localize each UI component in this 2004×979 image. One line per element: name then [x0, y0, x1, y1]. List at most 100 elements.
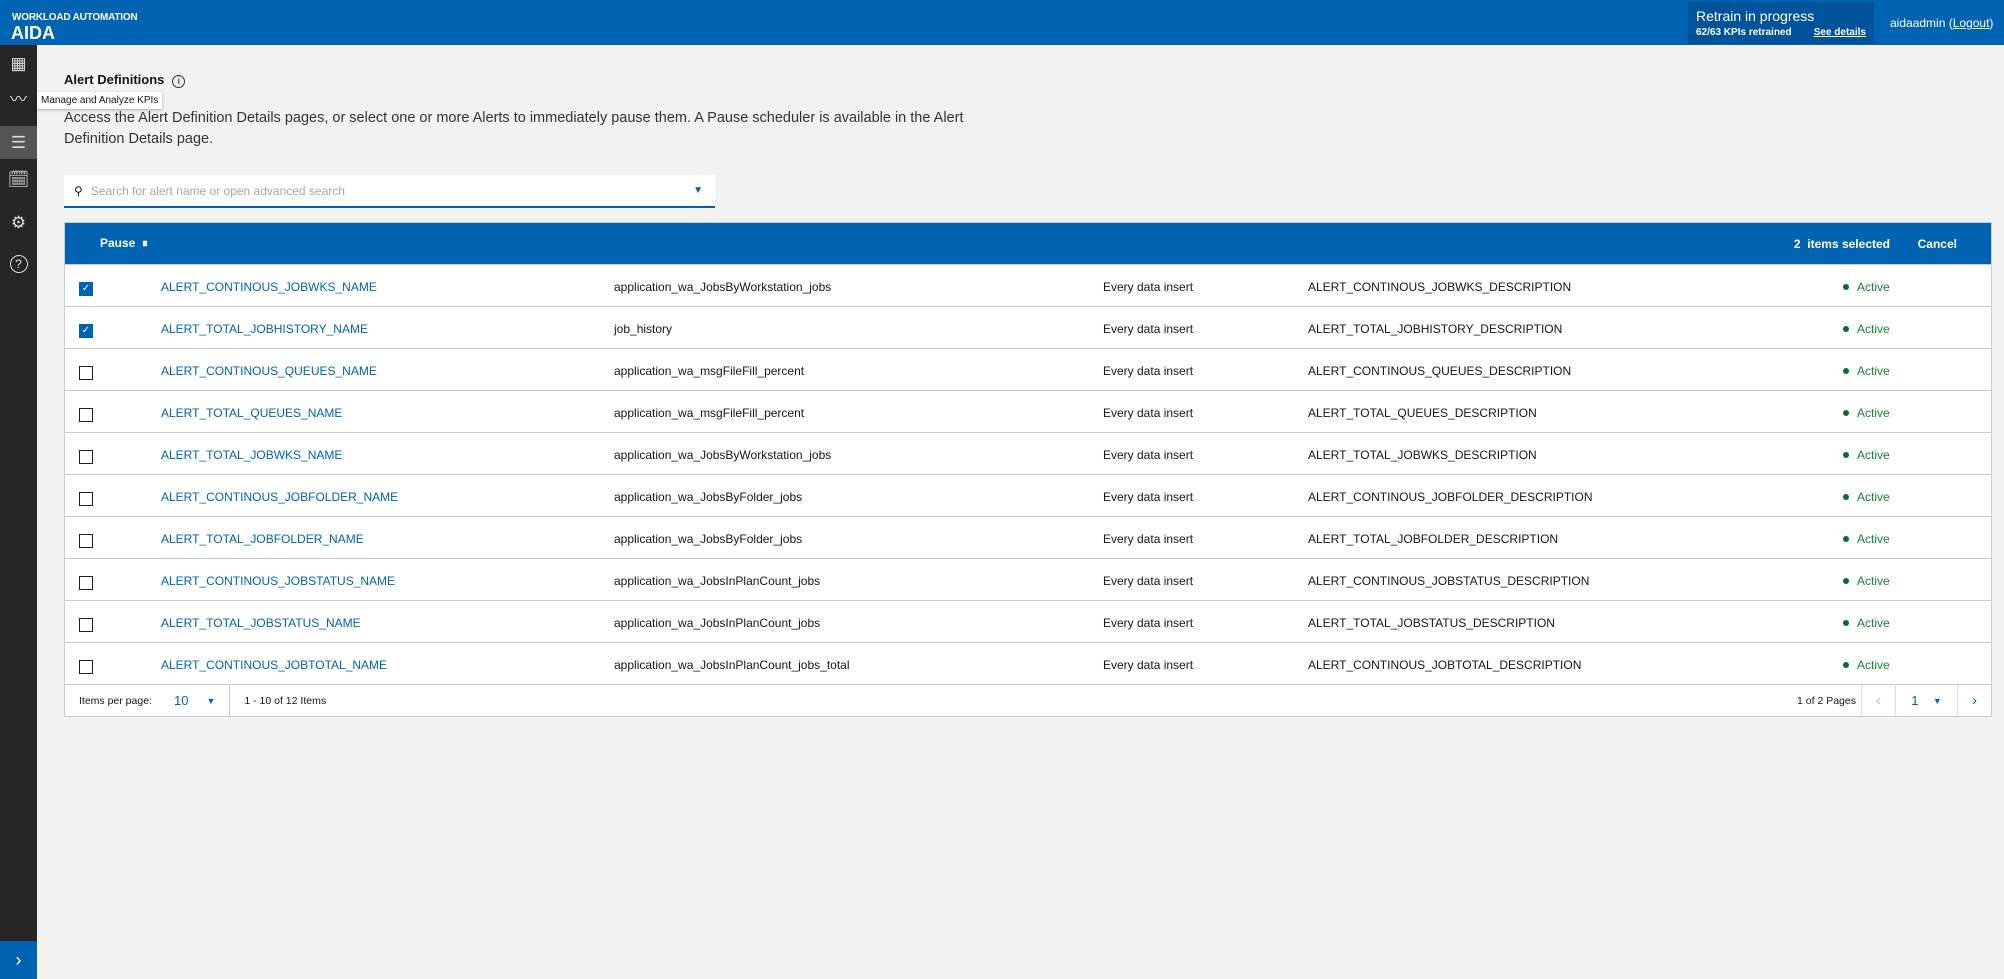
- row-checkbox[interactable]: [79, 534, 93, 548]
- table-row: ✓ ALERT_TOTAL_JOBHISTORY_NAME job_histor…: [65, 306, 1991, 348]
- alert-metric: application_wa_JobsInPlanCount_jobs: [614, 574, 821, 588]
- status-label: Active: [1857, 658, 1890, 672]
- info-icon[interactable]: i: [172, 75, 186, 88]
- row-checkbox[interactable]: [79, 492, 93, 506]
- alert-description: ALERT_TOTAL_JOBFOLDER_DESCRIPTION: [1308, 532, 1559, 546]
- row-checkbox[interactable]: [79, 576, 93, 590]
- selected-count: 2 items selected: [1794, 237, 1890, 251]
- alert-name-link[interactable]: ALERT_CONTINOUS_JOBSTATUS_NAME: [161, 574, 395, 588]
- status-badge: Active: [1843, 280, 1890, 294]
- alert-metric: application_wa_JobsByWorkstation_jobs: [614, 280, 832, 294]
- table-row: ALERT_CONTINOUS_JOBSTATUS_NAME applicati…: [65, 558, 1991, 600]
- alert-name-link[interactable]: ALERT_CONTINOUS_QUEUES_NAME: [161, 364, 377, 378]
- alert-name-link[interactable]: ALERT_TOTAL_JOBFOLDER_NAME: [161, 532, 364, 546]
- pause-button[interactable]: Pause ⏸: [100, 236, 148, 251]
- expand-sidebar-button[interactable]: ›: [0, 941, 37, 979]
- sidebar-item-dashboard[interactable]: ▦: [0, 47, 37, 80]
- dashboard-icon: ▦: [10, 53, 27, 73]
- status-label: Active: [1857, 280, 1890, 294]
- alert-frequency: Every data insert: [1103, 532, 1194, 546]
- alert-metric: application_wa_JobsByFolder_jobs: [614, 490, 803, 504]
- alert-name-link[interactable]: ALERT_TOTAL_JOBHISTORY_NAME: [161, 322, 368, 336]
- row-checkbox[interactable]: [79, 660, 93, 674]
- status-label: Active: [1857, 616, 1890, 630]
- alert-description: ALERT_CONTINOUS_QUEUES_DESCRIPTION: [1308, 364, 1572, 378]
- previous-page-button[interactable]: ‹: [1861, 685, 1895, 716]
- status-label: Active: [1857, 322, 1890, 336]
- page-title-wrap: Alert Definitions i: [64, 72, 186, 88]
- alert-frequency: Every data insert: [1103, 406, 1194, 420]
- status-dot-icon: [1843, 451, 1849, 458]
- page-select[interactable]: 1 ▼: [1895, 685, 1957, 716]
- status-dot-icon: [1843, 661, 1849, 668]
- status-dot-icon: [1843, 535, 1849, 542]
- alert-frequency: Every data insert: [1103, 448, 1194, 462]
- chevron-left-icon: ‹: [1876, 692, 1881, 709]
- alert-frequency: Every data insert: [1103, 574, 1194, 588]
- row-checkbox[interactable]: [79, 408, 93, 422]
- alert-name-link[interactable]: ALERT_CONTINOUS_JOBWKS_NAME: [161, 280, 377, 294]
- top-bar: WORKLOAD AUTOMATION AIDA Retrain in prog…: [0, 0, 2004, 45]
- status-dot-icon: [1843, 493, 1849, 500]
- alert-frequency: Every data insert: [1103, 658, 1194, 672]
- table-row: ALERT_CONTINOUS_JOBFOLDER_NAME applicati…: [65, 474, 1991, 516]
- alert-description: ALERT_TOTAL_JOBSTATUS_DESCRIPTION: [1308, 616, 1555, 630]
- see-details-link[interactable]: See details: [1814, 27, 1866, 38]
- alerts-table: Pause ⏸ 2 items selected Cancel ✓ ALERT_…: [64, 222, 1992, 717]
- alert-name-link[interactable]: ALERT_TOTAL_JOBSTATUS_NAME: [161, 616, 361, 630]
- selected-number: 2: [1793, 236, 1801, 251]
- row-checkbox[interactable]: [79, 618, 93, 632]
- table-row: ALERT_TOTAL_JOBWKS_NAME application_wa_J…: [65, 432, 1991, 474]
- status-badge: Active: [1843, 322, 1890, 336]
- next-page-button[interactable]: ›: [1957, 685, 1991, 716]
- page-title: Alert Definitions: [64, 72, 165, 87]
- sidebar-item-settings[interactable]: ⚙: [0, 206, 37, 239]
- table-row: ALERT_TOTAL_QUEUES_NAME application_wa_m…: [65, 390, 1991, 432]
- pause-label: Pause: [100, 236, 136, 250]
- sidebar-item-kpis[interactable]: 〰: [0, 81, 37, 114]
- status-badge: Active: [1843, 658, 1890, 672]
- chevron-down-icon[interactable]: ▼: [206, 696, 215, 706]
- row-checkbox[interactable]: ✓: [79, 324, 93, 338]
- alert-name-link[interactable]: ALERT_CONTINOUS_JOBFOLDER_NAME: [161, 490, 398, 504]
- pause-icon: ⏸: [138, 236, 149, 250]
- gear-icon: ⚙: [10, 212, 27, 232]
- batch-action-bar: Pause ⏸ 2 items selected Cancel: [65, 223, 1991, 264]
- table-row: ALERT_TOTAL_JOBSTATUS_NAME application_w…: [65, 600, 1991, 642]
- alert-frequency: Every data insert: [1103, 322, 1194, 336]
- calendar-gear-icon: 🗓: [7, 169, 30, 189]
- status-dot-icon: [1843, 409, 1849, 416]
- table-row: ALERT_TOTAL_JOBFOLDER_NAME application_w…: [65, 516, 1991, 558]
- alert-list-icon: ☰: [10, 132, 27, 152]
- search-input[interactable]: ⚲ Search for alert name or open advanced…: [64, 175, 715, 208]
- alert-name-link[interactable]: ALERT_TOTAL_JOBWKS_NAME: [161, 448, 342, 462]
- sidebar-item-help[interactable]: ?: [0, 247, 37, 280]
- alert-metric: application_wa_JobsInPlanCount_jobs_tota…: [614, 658, 850, 672]
- cancel-button[interactable]: Cancel: [1918, 237, 1957, 251]
- item-range: 1 - 10 of 12 Items: [244, 694, 327, 707]
- status-badge: Active: [1843, 574, 1890, 588]
- sidebar-item-scheduler[interactable]: 🗓: [0, 163, 37, 196]
- status-dot-icon: [1843, 577, 1849, 584]
- divider: [229, 684, 231, 717]
- alert-name-link[interactable]: ALERT_TOTAL_QUEUES_NAME: [161, 406, 342, 420]
- sidebar: ▦ 〰 ☰ 🗓 ⚙ ? ›: [0, 45, 37, 979]
- status-badge: Active: [1843, 616, 1890, 630]
- sidebar-item-alerts[interactable]: ☰: [0, 126, 37, 159]
- user-info: aidaadmin (Logout): [1890, 16, 1994, 30]
- items-per-page-select[interactable]: 10: [174, 693, 188, 708]
- alert-description: ALERT_TOTAL_JOBWKS_DESCRIPTION: [1308, 448, 1537, 462]
- alert-description: ALERT_TOTAL_JOBHISTORY_DESCRIPTION: [1308, 322, 1563, 336]
- alert-metric: application_wa_JobsInPlanCount_jobs: [614, 616, 821, 630]
- row-checkbox[interactable]: ✓: [79, 282, 93, 296]
- current-page: 1: [1911, 693, 1919, 708]
- table-row: ALERT_CONTINOUS_QUEUES_NAME application_…: [65, 348, 1991, 390]
- alert-name-link[interactable]: ALERT_CONTINOUS_JOBTOTAL_NAME: [161, 658, 387, 672]
- chevron-down-icon[interactable]: ▼: [693, 185, 703, 196]
- status-badge: Active: [1843, 532, 1890, 546]
- row-checkbox[interactable]: [79, 366, 93, 380]
- status-label: Active: [1857, 574, 1890, 588]
- logout-link[interactable]: Logout: [1953, 16, 1990, 30]
- row-checkbox[interactable]: [79, 450, 93, 464]
- chevron-right-icon: ›: [15, 949, 22, 970]
